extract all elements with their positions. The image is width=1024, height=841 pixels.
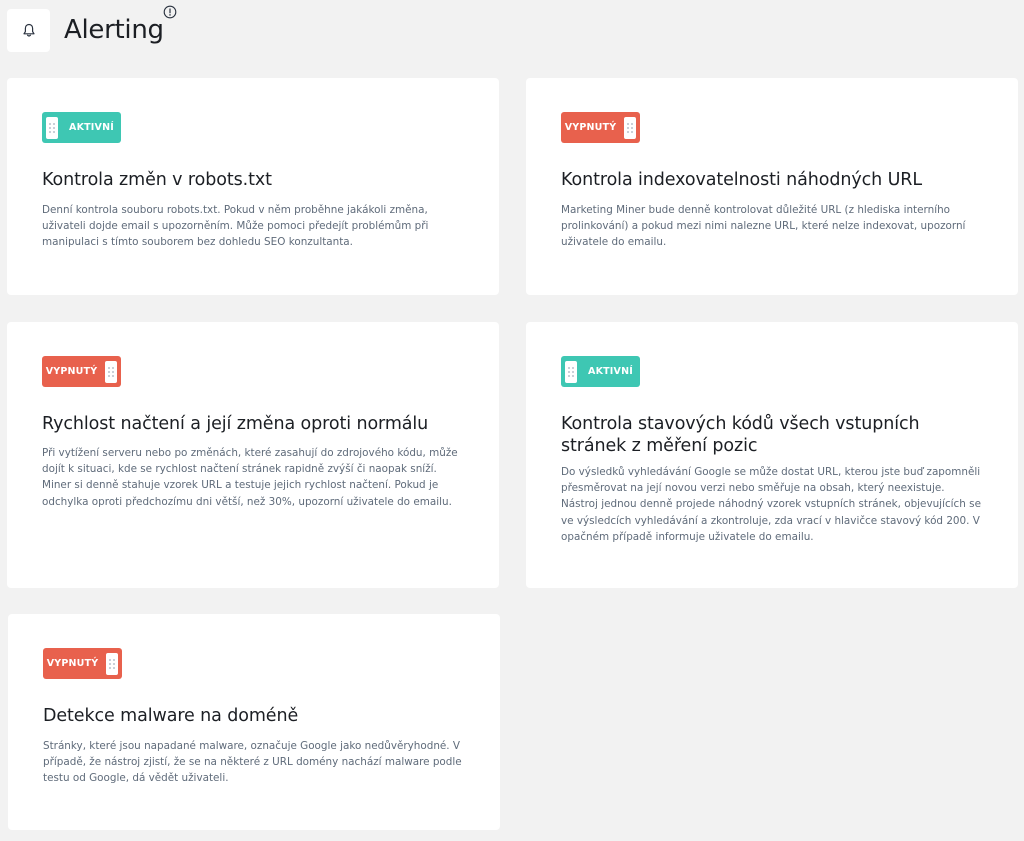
- alert-card-robots: AKTIVNÍ Kontrola změn v robots.txt Denní…: [7, 78, 499, 295]
- toggle-label: VYPNUTÝ: [45, 366, 98, 377]
- toggle-label: AKTIVNÍ: [588, 366, 633, 377]
- status-toggle[interactable]: AKTIVNÍ: [561, 356, 640, 387]
- toggle-knob: [624, 116, 636, 139]
- bell-icon: [22, 23, 35, 37]
- toggle-knob: [565, 360, 577, 383]
- status-toggle[interactable]: AKTIVNÍ: [42, 112, 121, 143]
- alert-card-status-codes: AKTIVNÍ Kontrola stavových kódů všech vs…: [526, 322, 1018, 588]
- card-title: Kontrola indexovatelnosti náhodných URL: [561, 170, 923, 190]
- toggle-knob: [46, 116, 58, 139]
- info-icon[interactable]: [163, 5, 177, 19]
- card-title: Detekce malware na doméně: [43, 706, 299, 726]
- page-header: Alerting: [7, 8, 164, 52]
- card-title: Kontrola změn v robots.txt: [42, 170, 272, 190]
- card-title: Rychlost načtení a její změna oproti nor…: [42, 414, 429, 434]
- toggle-label: VYPNUTÝ: [564, 122, 617, 133]
- card-description: Do výsledků vyhledávání Google se může d…: [561, 466, 981, 543]
- page-title: Alerting: [64, 15, 164, 45]
- status-toggle[interactable]: VYPNUTÝ: [561, 112, 640, 143]
- toggle-label: VYPNUTÝ: [46, 658, 99, 669]
- card-description: Denní kontrola souboru robots.txt. Pokud…: [42, 204, 429, 249]
- alert-card-load-speed: VYPNUTÝ Rychlost načtení a její změna op…: [7, 322, 499, 588]
- status-toggle[interactable]: VYPNUTÝ: [42, 356, 121, 387]
- toggle-knob: [105, 360, 117, 383]
- alert-card-malware: VYPNUTÝ Detekce malware na doméně Stránk…: [8, 614, 500, 830]
- card-title: Kontrola stavových kódů všech vstupních …: [561, 414, 920, 456]
- alert-card-indexability: VYPNUTÝ Kontrola indexovatelnosti náhodn…: [526, 78, 1018, 295]
- card-description: Stránky, které jsou napadané malware, oz…: [43, 740, 462, 785]
- card-description: Marketing Miner bude denně kontrolovat d…: [561, 204, 966, 249]
- bell-button[interactable]: [7, 8, 50, 52]
- status-toggle[interactable]: VYPNUTÝ: [43, 648, 122, 679]
- toggle-knob: [106, 652, 118, 675]
- card-description: Při vytížení serveru nebo po změnách, kt…: [42, 447, 458, 508]
- toggle-label: AKTIVNÍ: [69, 122, 114, 133]
